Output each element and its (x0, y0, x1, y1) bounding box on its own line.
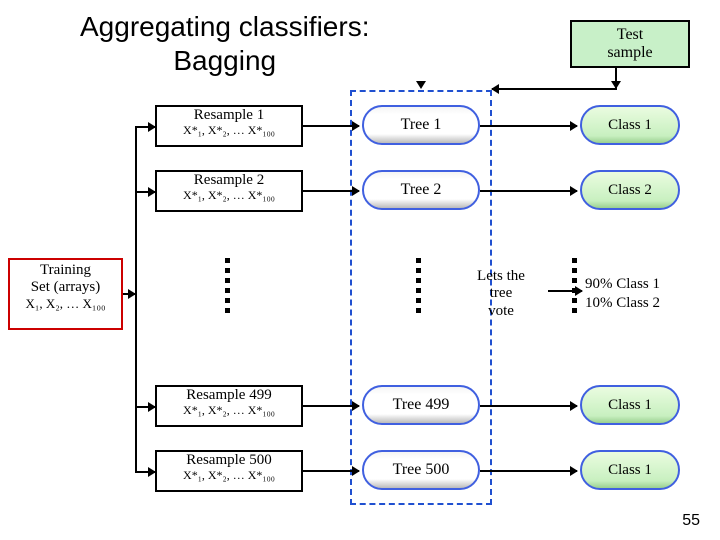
slide-title: Aggregating classifiers: Bagging (80, 10, 369, 77)
training-members: X₁, X₂, … X₁₀₀ (25, 296, 105, 311)
arr-r2-t2 (303, 190, 359, 192)
resample-499-box: Resample 499 X*₁, X*₂, … X*₁₀₀ (155, 385, 303, 427)
arr-r500-t500 (303, 470, 359, 472)
arr-r499-t499 (303, 405, 359, 407)
tree-2-label: Tree 2 (401, 181, 442, 198)
training-set-box: Training Set (arrays) X₁, X₂, … X₁₀₀ (8, 258, 123, 330)
final-l2: 10% Class 2 (585, 295, 660, 311)
class-499-out: Class 1 (580, 385, 680, 425)
page-number: 55 (682, 512, 700, 530)
class-2-out: Class 2 (580, 170, 680, 210)
arr-test-down (615, 68, 617, 88)
arr-train-r2 (135, 191, 155, 193)
class-1-label: Class 1 (608, 117, 652, 133)
final-l1: 90% Class 1 (585, 276, 660, 292)
tree-500-label: Tree 500 (393, 461, 450, 478)
arr-r1-t1 (303, 125, 359, 127)
resample-2-detail: X*₁, X*₂, … X*₁₀₀ (157, 189, 301, 203)
arr-t2-c2 (480, 190, 577, 192)
resample-2-title: Resample 2 (157, 172, 301, 189)
resample-499-title: Resample 499 (157, 387, 301, 404)
arr-train-r500 (135, 471, 155, 473)
arr-t500-c500 (480, 470, 577, 472)
test-sample-box: Test sample (570, 20, 690, 68)
vote-label: Lets the tree vote (456, 268, 546, 320)
tree-500-node: Tree 500 (362, 450, 480, 490)
arr-t499-c499 (480, 405, 577, 407)
resample-1-detail: X*₁, X*₂, … X*₁₀₀ (157, 124, 301, 138)
vote-l3: vote (488, 303, 514, 319)
resample-1-box: Resample 1 X*₁, X*₂, … X*₁₀₀ (155, 105, 303, 147)
tree-1-label: Tree 1 (401, 116, 442, 133)
training-l2: Set (arrays) (31, 279, 101, 295)
tree-499-label: Tree 499 (393, 396, 450, 413)
class-500-out: Class 1 (580, 450, 680, 490)
tree-1-node: Tree 1 (362, 105, 480, 145)
vote-l2: tree (490, 285, 512, 301)
dots-resample (225, 258, 230, 313)
vote-l1: Lets the (477, 268, 525, 284)
resample-500-title: Resample 500 (157, 452, 301, 469)
arr-test-to-trees (492, 88, 617, 90)
resample-2-box: Resample 2 X*₁, X*₂, … X*₁₀₀ (155, 170, 303, 212)
resample-500-detail: X*₁, X*₂, … X*₁₀₀ (157, 469, 301, 483)
dots-tree (416, 258, 421, 313)
arr-train-r1 (135, 126, 155, 128)
resample-1-title: Resample 1 (157, 107, 301, 124)
arr-train-r499 (135, 406, 155, 408)
class-499-label: Class 1 (608, 397, 652, 413)
tree-2-node: Tree 2 (362, 170, 480, 210)
class-1-out: Class 1 (580, 105, 680, 145)
trunk-feed (123, 293, 135, 295)
arr-vote-final (548, 290, 582, 292)
title-line2: Bagging (173, 45, 276, 76)
title-line1: Aggregating classifiers: (80, 11, 369, 42)
resample-500-box: Resample 500 X*₁, X*₂, … X*₁₀₀ (155, 450, 303, 492)
tree-499-node: Tree 499 (362, 385, 480, 425)
training-l1: Training (40, 262, 91, 278)
class-2-label: Class 2 (608, 182, 652, 198)
resample-499-detail: X*₁, X*₂, … X*₁₀₀ (157, 404, 301, 418)
class-500-label: Class 1 (608, 462, 652, 478)
arr-t1-c1 (480, 125, 577, 127)
final-result: 90% Class 1 10% Class 2 (585, 275, 660, 313)
test-sample-l2: sample (607, 44, 652, 61)
test-sample-l1: Test (617, 26, 643, 43)
